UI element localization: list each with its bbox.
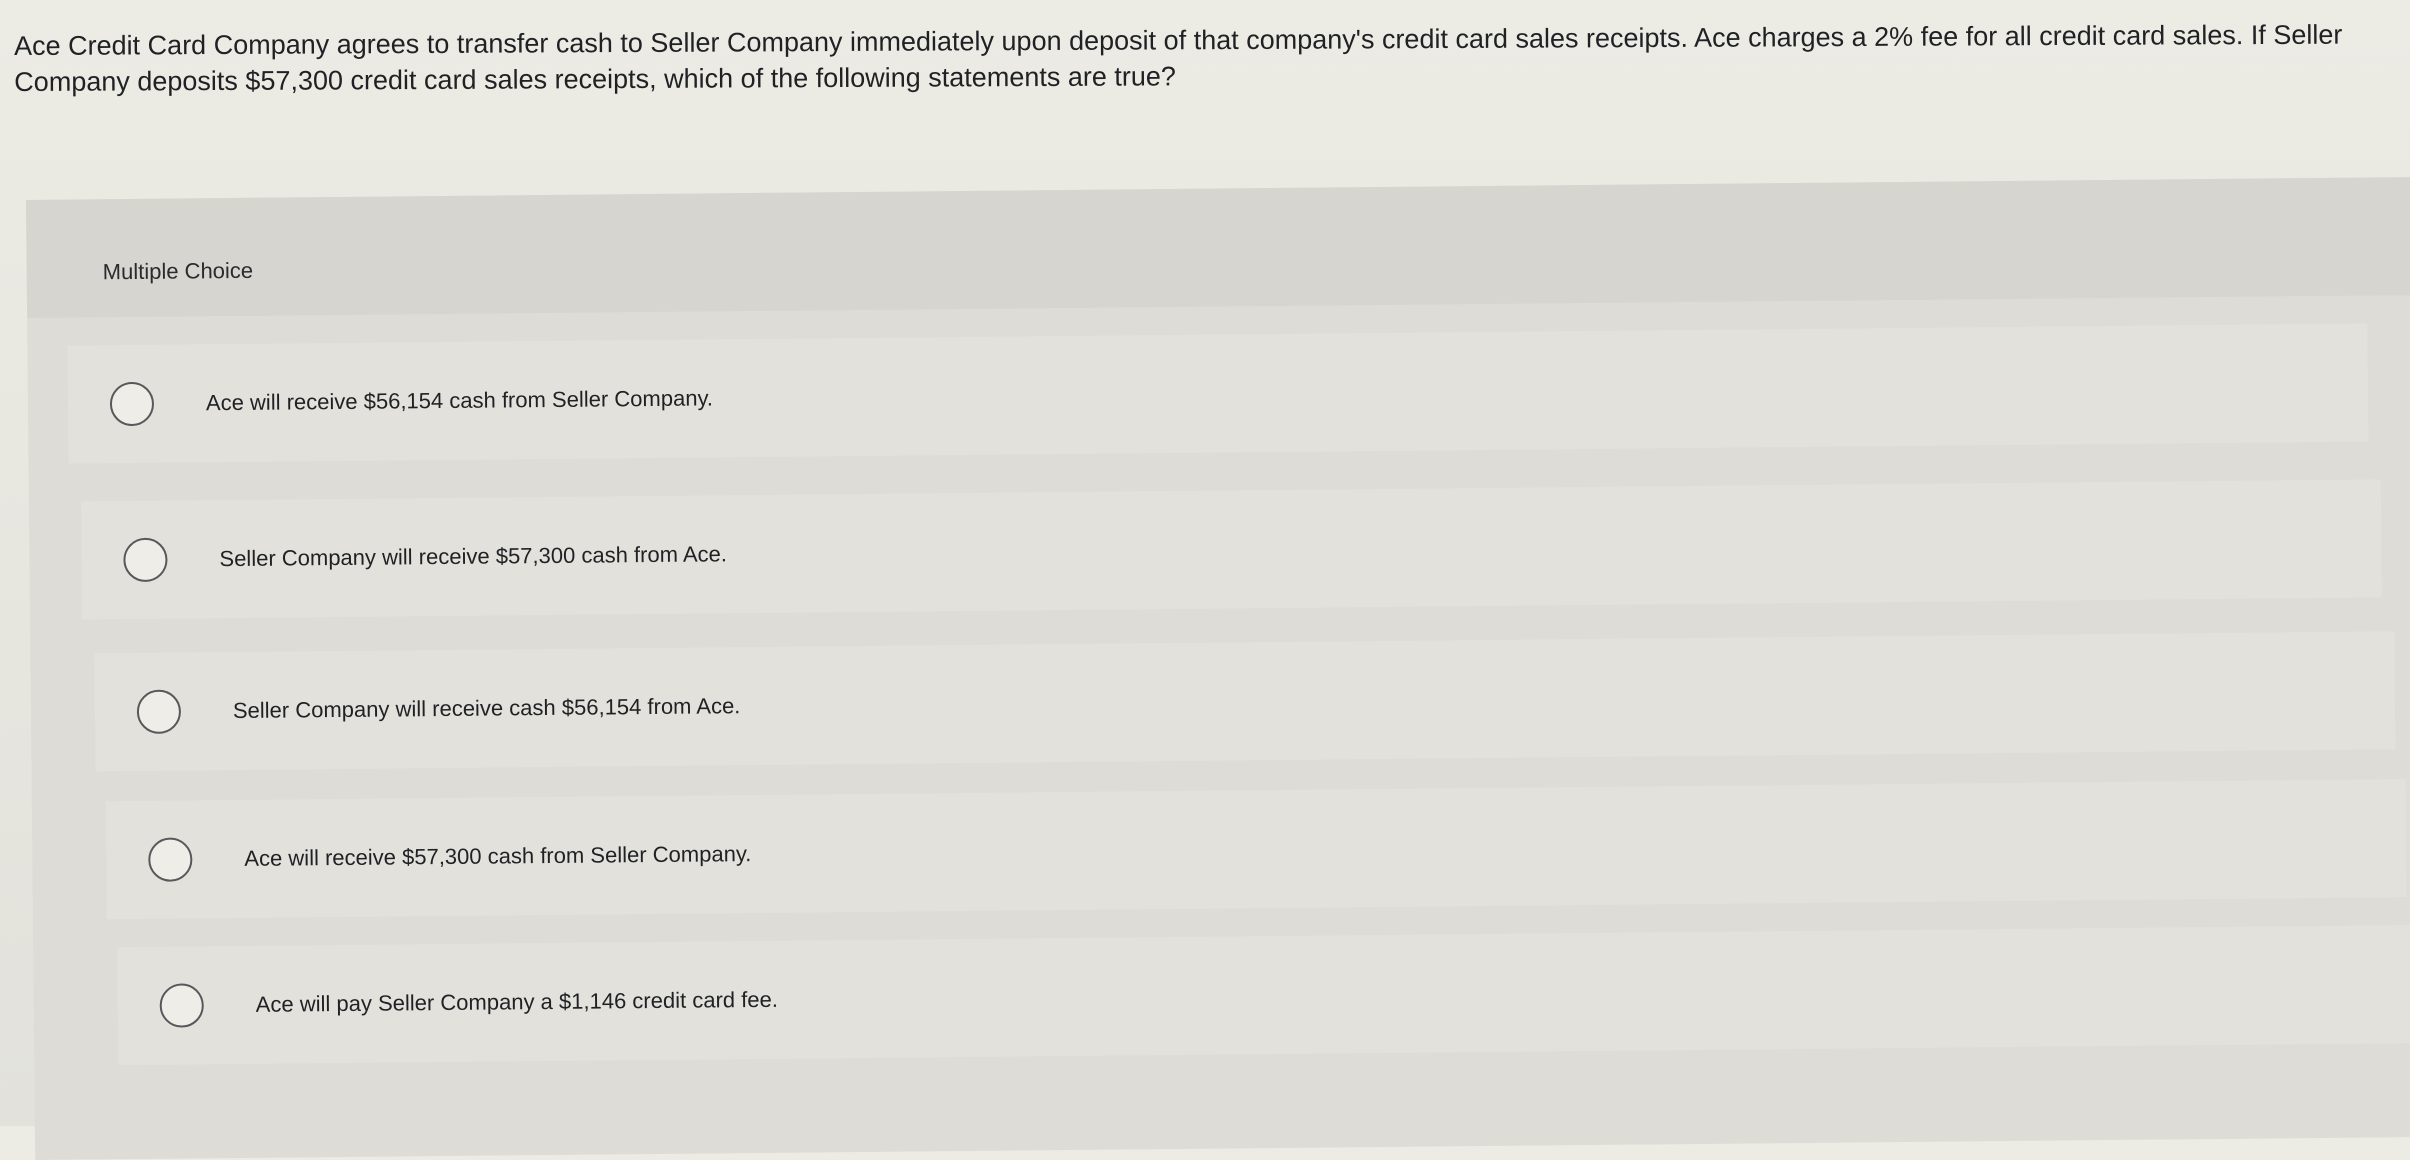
answer-option-label: Ace will receive $57,300 cash from Selle…: [244, 841, 752, 871]
answer-option-5[interactable]: Ace will pay Seller Company a $1,146 cre…: [117, 925, 2410, 1066]
radio-button-icon[interactable]: [159, 983, 204, 1028]
radio-button-icon[interactable]: [136, 689, 182, 734]
answer-option-4[interactable]: Ace will receive $57,300 cash from Selle…: [105, 779, 2407, 920]
answer-option-3[interactable]: Seller Company will receive cash $56,154…: [94, 631, 2396, 772]
answer-option-label: Seller Company will receive cash $56,154…: [232, 693, 741, 724]
multiple-choice-label: Multiple Choice: [102, 257, 254, 285]
radio-button-icon[interactable]: [148, 837, 193, 882]
multiple-choice-header: Multiple Choice: [26, 176, 2410, 318]
answer-option-1[interactable]: Ace will receive $56,154 cash from Selle…: [67, 323, 2369, 464]
answer-option-label: Seller Company will receive $57,300 cash…: [219, 541, 728, 572]
radio-button-icon[interactable]: [109, 381, 155, 427]
answer-option-label: Ace will receive $56,154 cash from Selle…: [205, 385, 714, 416]
radio-button-icon[interactable]: [123, 537, 168, 583]
multiple-choice-panel: Multiple Choice Ace will receive $56,154…: [26, 176, 2410, 1160]
question-text: Ace Credit Card Company agrees to transf…: [14, 19, 2343, 97]
answer-option-2[interactable]: Seller Company will receive $57,300 cash…: [80, 479, 2382, 620]
answer-option-label: Ace will pay Seller Company a $1,146 cre…: [255, 986, 778, 1017]
